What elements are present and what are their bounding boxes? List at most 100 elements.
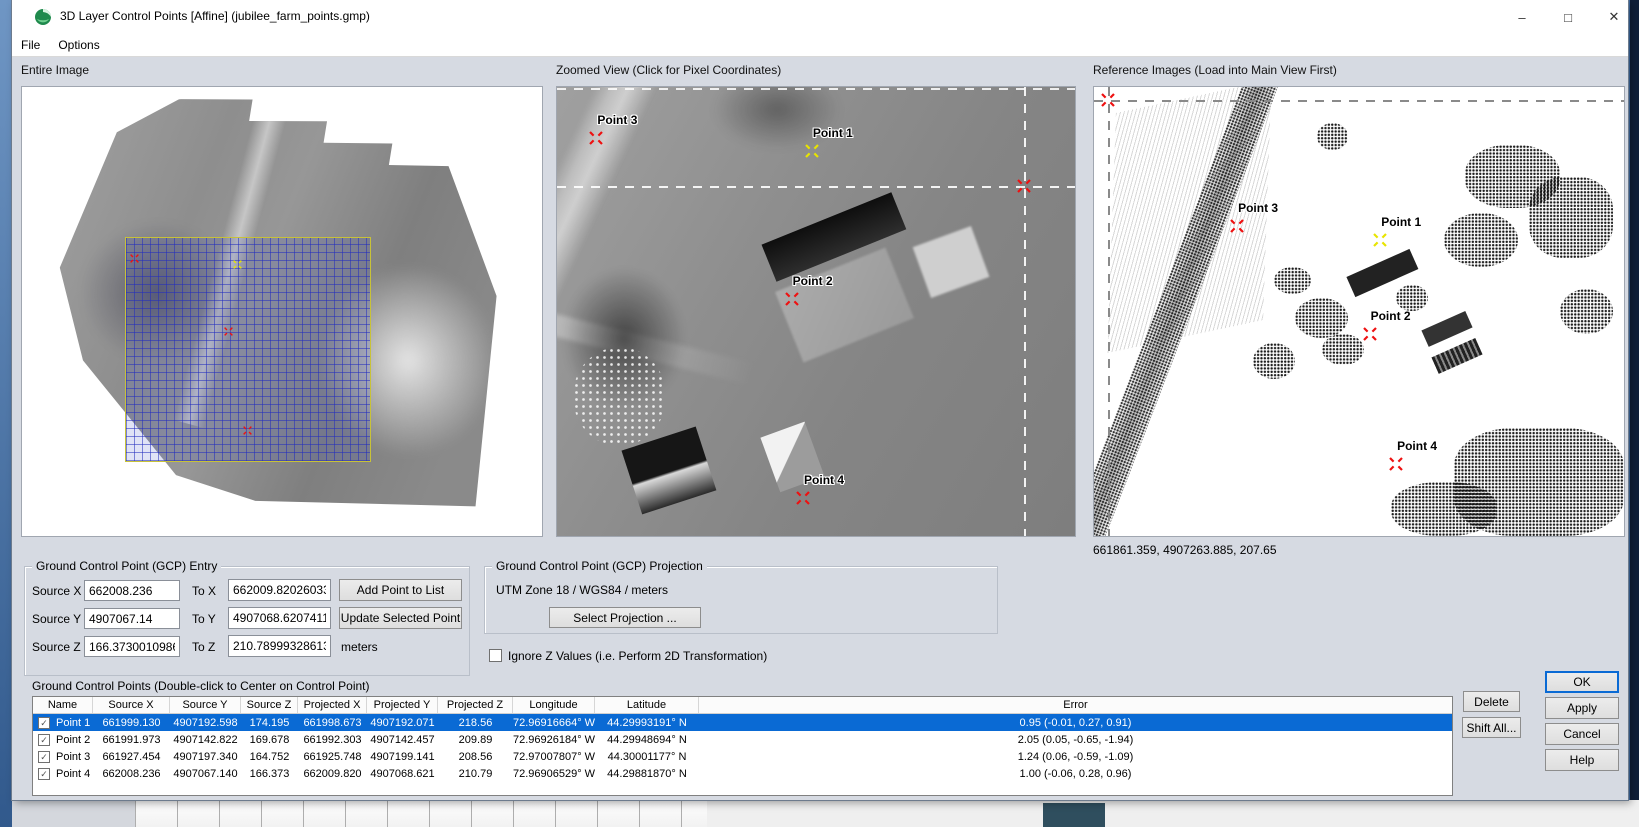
- yellow-x-icon: [805, 144, 819, 158]
- to-z-input[interactable]: [228, 635, 331, 657]
- marker-label: Point 4: [1397, 439, 1437, 453]
- source-x-label: Source X: [32, 584, 81, 598]
- red-x-icon: [1101, 93, 1115, 107]
- to-y-input[interactable]: [228, 607, 331, 629]
- table-row-point-2[interactable]: ✓Point 2661991.9734907142.822169.6786619…: [33, 731, 1452, 748]
- marker-x[interactable]: [224, 327, 238, 341]
- reference-images-panel[interactable]: Point 3 Point 1 Point 2 Point 4: [1093, 86, 1625, 537]
- cell-source-y: 4907142.822: [170, 731, 241, 748]
- cell-source-z: 166.373: [241, 765, 298, 782]
- yellow-x-icon: [1373, 233, 1387, 247]
- shift-all-button[interactable]: Shift All...: [1462, 717, 1521, 738]
- gcp-table-header: NameSource XSource YSource ZProjected XP…: [33, 697, 1452, 714]
- marker-point-2[interactable]: Point 2: [1363, 327, 1377, 341]
- column-header-projected-z[interactable]: Projected Z: [438, 697, 513, 713]
- add-point-button[interactable]: Add Point to List: [339, 579, 462, 601]
- source-x-input[interactable]: [84, 580, 180, 601]
- ignore-z-checkbox[interactable]: [489, 649, 502, 662]
- close-button[interactable]: ✕: [1591, 0, 1637, 34]
- title-bar[interactable]: 3D Layer Control Points [Affine] (jubile…: [12, 0, 1628, 34]
- red-x-icon: [1389, 457, 1403, 471]
- gcp-table[interactable]: NameSource XSource YSource ZProjected XP…: [32, 696, 1453, 796]
- table-row-point-4[interactable]: ✓Point 4662008.2364907067.140166.3736620…: [33, 765, 1452, 782]
- row-checkbox[interactable]: ✓: [38, 768, 50, 780]
- help-button[interactable]: Help: [1545, 749, 1619, 771]
- cell-source-z: 174.195: [241, 714, 298, 731]
- zoomed-view-panel[interactable]: Point 3 Point 1 Point 2 Point 4: [556, 86, 1076, 537]
- marker-point-3[interactable]: Point 3: [589, 131, 603, 145]
- column-header-projected-x[interactable]: Projected X: [298, 697, 367, 713]
- point-name: Point 2: [56, 734, 90, 746]
- column-header-error[interactable]: Error: [699, 697, 1452, 713]
- column-header-name[interactable]: Name: [33, 697, 93, 713]
- marker-point-2[interactable]: Point 2: [785, 292, 799, 306]
- cell-source-y: 4907192.598: [170, 714, 241, 731]
- to-x-input[interactable]: [228, 579, 331, 601]
- select-projection-button[interactable]: Select Projection ...: [549, 607, 701, 628]
- column-header-longitude[interactable]: Longitude: [513, 697, 595, 713]
- marker-label: Point 2: [1371, 309, 1411, 323]
- cell-source-z: 164.752: [241, 748, 298, 765]
- cell-source-x: 662008.236: [93, 765, 170, 782]
- marker-point-3[interactable]: Point 3: [1230, 219, 1244, 233]
- tree-cluster: [1560, 289, 1613, 334]
- background-table-fragment: [135, 800, 707, 827]
- table-row-point-3[interactable]: ✓Point 3661927.4544907197.340164.7526619…: [33, 748, 1452, 765]
- row-checkbox[interactable]: ✓: [38, 717, 50, 729]
- apply-button[interactable]: Apply: [1545, 697, 1619, 719]
- minimize-button[interactable]: –: [1499, 0, 1545, 34]
- row-checkbox[interactable]: ✓: [38, 734, 50, 746]
- menu-file[interactable]: File: [12, 34, 49, 56]
- marker-point-4[interactable]: Point 4: [1389, 457, 1403, 471]
- cell-error: 1.00 (-0.06, 0.28, 0.96): [699, 765, 1452, 782]
- red-x-icon: [785, 292, 799, 306]
- marker-x[interactable]: [130, 254, 144, 268]
- source-y-input[interactable]: [84, 608, 180, 629]
- entire-image-panel[interactable]: [21, 86, 543, 537]
- gcp-entry-group-label: Ground Control Point (GCP) Entry: [32, 559, 221, 573]
- tree-mass: [1391, 482, 1497, 536]
- marker-x[interactable]: [233, 260, 247, 274]
- column-header-projected-y[interactable]: Projected Y: [367, 697, 438, 713]
- menu-options[interactable]: Options: [49, 34, 108, 56]
- menu-bar: File Options: [12, 34, 1628, 57]
- cell-longitude: 72.96916664° W: [513, 714, 595, 731]
- cancel-button[interactable]: Cancel: [1545, 723, 1619, 745]
- point-name: Point 1: [56, 717, 90, 729]
- source-z-input[interactable]: [84, 636, 180, 657]
- maximize-button[interactable]: □: [1545, 0, 1591, 34]
- ok-button[interactable]: OK: [1545, 671, 1619, 693]
- meters-unit-label: meters: [341, 640, 378, 654]
- cell-projected-y: 4907199.141: [367, 748, 438, 765]
- column-header-source-x[interactable]: Source X: [93, 697, 170, 713]
- cell-source-z: 169.678: [241, 731, 298, 748]
- light-structure: [912, 226, 989, 298]
- marker-label: Point 3: [597, 113, 637, 127]
- row-checkbox[interactable]: ✓: [38, 751, 50, 763]
- update-point-button[interactable]: Update Selected Point: [339, 607, 462, 629]
- cell-projected-y: 4907142.457: [367, 731, 438, 748]
- cell-projected-z: 218.56: [438, 714, 513, 731]
- screen: { "window": { "title": "3D Layer Control…: [0, 0, 1639, 827]
- column-header-source-z[interactable]: Source Z: [241, 697, 298, 713]
- marker-x[interactable]: [243, 426, 257, 440]
- red-x-icon: [1363, 327, 1377, 341]
- column-header-latitude[interactable]: Latitude: [595, 697, 699, 713]
- crosshair-horizontal: [1094, 100, 1624, 102]
- tree-cluster: [1322, 334, 1364, 365]
- marker-point-4[interactable]: Point 4: [796, 491, 810, 505]
- crosshair-horizontal: [557, 186, 1075, 188]
- marker-point-1[interactable]: Point 1: [1373, 233, 1387, 247]
- marker-point-1[interactable]: Point 1: [805, 144, 819, 158]
- point-name: Point 3: [56, 751, 90, 763]
- delete-button[interactable]: Delete: [1463, 691, 1520, 712]
- marker-x[interactable]: [1017, 179, 1031, 193]
- marker-label: Point 1: [1381, 215, 1421, 229]
- cell-error: 0.95 (-0.01, 0.27, 0.91): [699, 714, 1452, 731]
- speckle-noise: [573, 347, 666, 446]
- cell-latitude: 44.29948694° N: [595, 731, 699, 748]
- column-header-source-y[interactable]: Source Y: [170, 697, 241, 713]
- table-row-point-1[interactable]: ✓Point 1661999.1304907192.598174.1956619…: [33, 714, 1452, 731]
- marker-x[interactable]: [1101, 93, 1115, 107]
- cell-projected-y: 4907192.071: [367, 714, 438, 731]
